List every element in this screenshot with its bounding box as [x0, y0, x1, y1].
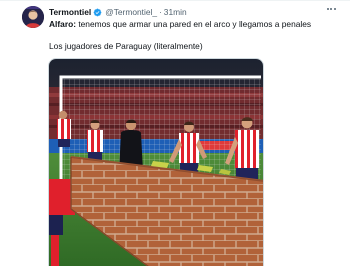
- tweet-media-image[interactable]: [48, 58, 264, 266]
- more-options-icon[interactable]: [324, 3, 338, 15]
- tweet-header: Termontiel @Termontiel_ · 31min: [49, 6, 187, 18]
- quote-text: tenemos que armar una pared en el arco y…: [76, 19, 312, 29]
- verified-badge-icon: [93, 8, 102, 17]
- timestamp[interactable]: 31min: [164, 6, 187, 18]
- user-handle[interactable]: @Termontiel_: [105, 6, 157, 18]
- tweet-text-line-2: Los jugadores de Paraguay (literalmente): [49, 41, 203, 51]
- avatar[interactable]: [22, 6, 44, 28]
- avatar-image: [22, 6, 44, 28]
- tweet-text-line-1: Alfaro: tenemos que armar una pared en e…: [49, 18, 311, 30]
- top-divider: [0, 0, 350, 1]
- media-photo: [49, 59, 263, 266]
- quote-speaker: Alfaro:: [49, 19, 76, 29]
- display-name[interactable]: Termontiel: [49, 6, 91, 18]
- meta-separator: ·: [159, 7, 162, 17]
